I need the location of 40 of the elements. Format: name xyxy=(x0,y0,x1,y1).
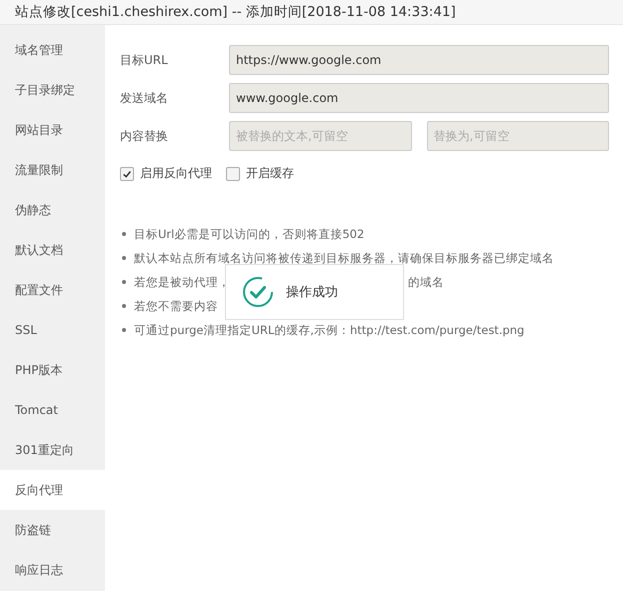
input-field[interactable]: https://www.google.com xyxy=(229,45,609,75)
checkbox-label: 开启缓存 xyxy=(246,165,294,182)
sidebar-item[interactable]: 反向代理 xyxy=(0,470,105,510)
note-text: 目标Url必需是可以访问的，否则将直接502 xyxy=(134,226,364,242)
bullet-icon xyxy=(122,232,126,236)
input-field[interactable]: 被替换的文本,可留空 xyxy=(229,121,412,151)
sidebar-item[interactable]: 伪静态 xyxy=(0,190,105,230)
note-text: 若您是被动代理， xyxy=(134,274,230,290)
sidebar-item[interactable]: Tomcat xyxy=(0,390,105,430)
sidebar-item[interactable]: 防盗链 xyxy=(0,510,105,550)
checkbox-label: 启用反向代理 xyxy=(140,165,212,182)
checkbox[interactable] xyxy=(120,166,134,180)
sidebar-item[interactable]: 301重定向 xyxy=(0,430,105,470)
sidebar-item[interactable]: 域名管理 xyxy=(0,30,105,70)
window-title: 站点修改[ceshi1.cheshirex.com] -- 添加时间[2018-11-08 14:33:41] xyxy=(15,3,456,21)
sidebar-item[interactable]: PHP版本 xyxy=(0,350,105,390)
note-text: 可通过purge清理指定URL的缓存,示例：http://test.com/purge/test.png xyxy=(134,322,524,338)
sidebar-item[interactable]: 响应日志 xyxy=(0,550,105,590)
bullet-icon xyxy=(122,280,126,284)
bullet-icon xyxy=(122,304,126,308)
toast-text: 操作成功 xyxy=(286,284,338,301)
note-text: 的域名 xyxy=(408,274,444,290)
sidebar-item[interactable]: 默认文档 xyxy=(0,230,105,270)
field-label: 内容替换 xyxy=(120,128,169,144)
checkmark-icon xyxy=(242,276,274,308)
field-label: 发送域名 xyxy=(120,90,169,106)
checkmark-icon xyxy=(122,168,132,178)
input-field[interactable]: www.google.com xyxy=(229,83,609,113)
sidebar-item[interactable]: 配置文件 xyxy=(0,270,105,310)
sidebar-item[interactable]: 子目录绑定 xyxy=(0,70,105,110)
sidebar-item[interactable]: SSL xyxy=(0,310,105,350)
field-label: 目标URL xyxy=(120,52,169,68)
note-text: 默认本站点所有域名访问将被传递到目标服务器，请确保目标服务器已绑定域名 xyxy=(134,250,554,266)
note-text: 若您不需要内容 xyxy=(134,298,218,314)
sidebar-item[interactable]: 流量限制 xyxy=(0,150,105,190)
bullet-icon xyxy=(122,328,126,332)
bullet-icon xyxy=(122,256,126,260)
input-field[interactable]: 替换为,可留空 xyxy=(426,121,609,151)
checkbox[interactable] xyxy=(226,166,240,180)
sidebar-item[interactable]: 网站目录 xyxy=(0,110,105,150)
